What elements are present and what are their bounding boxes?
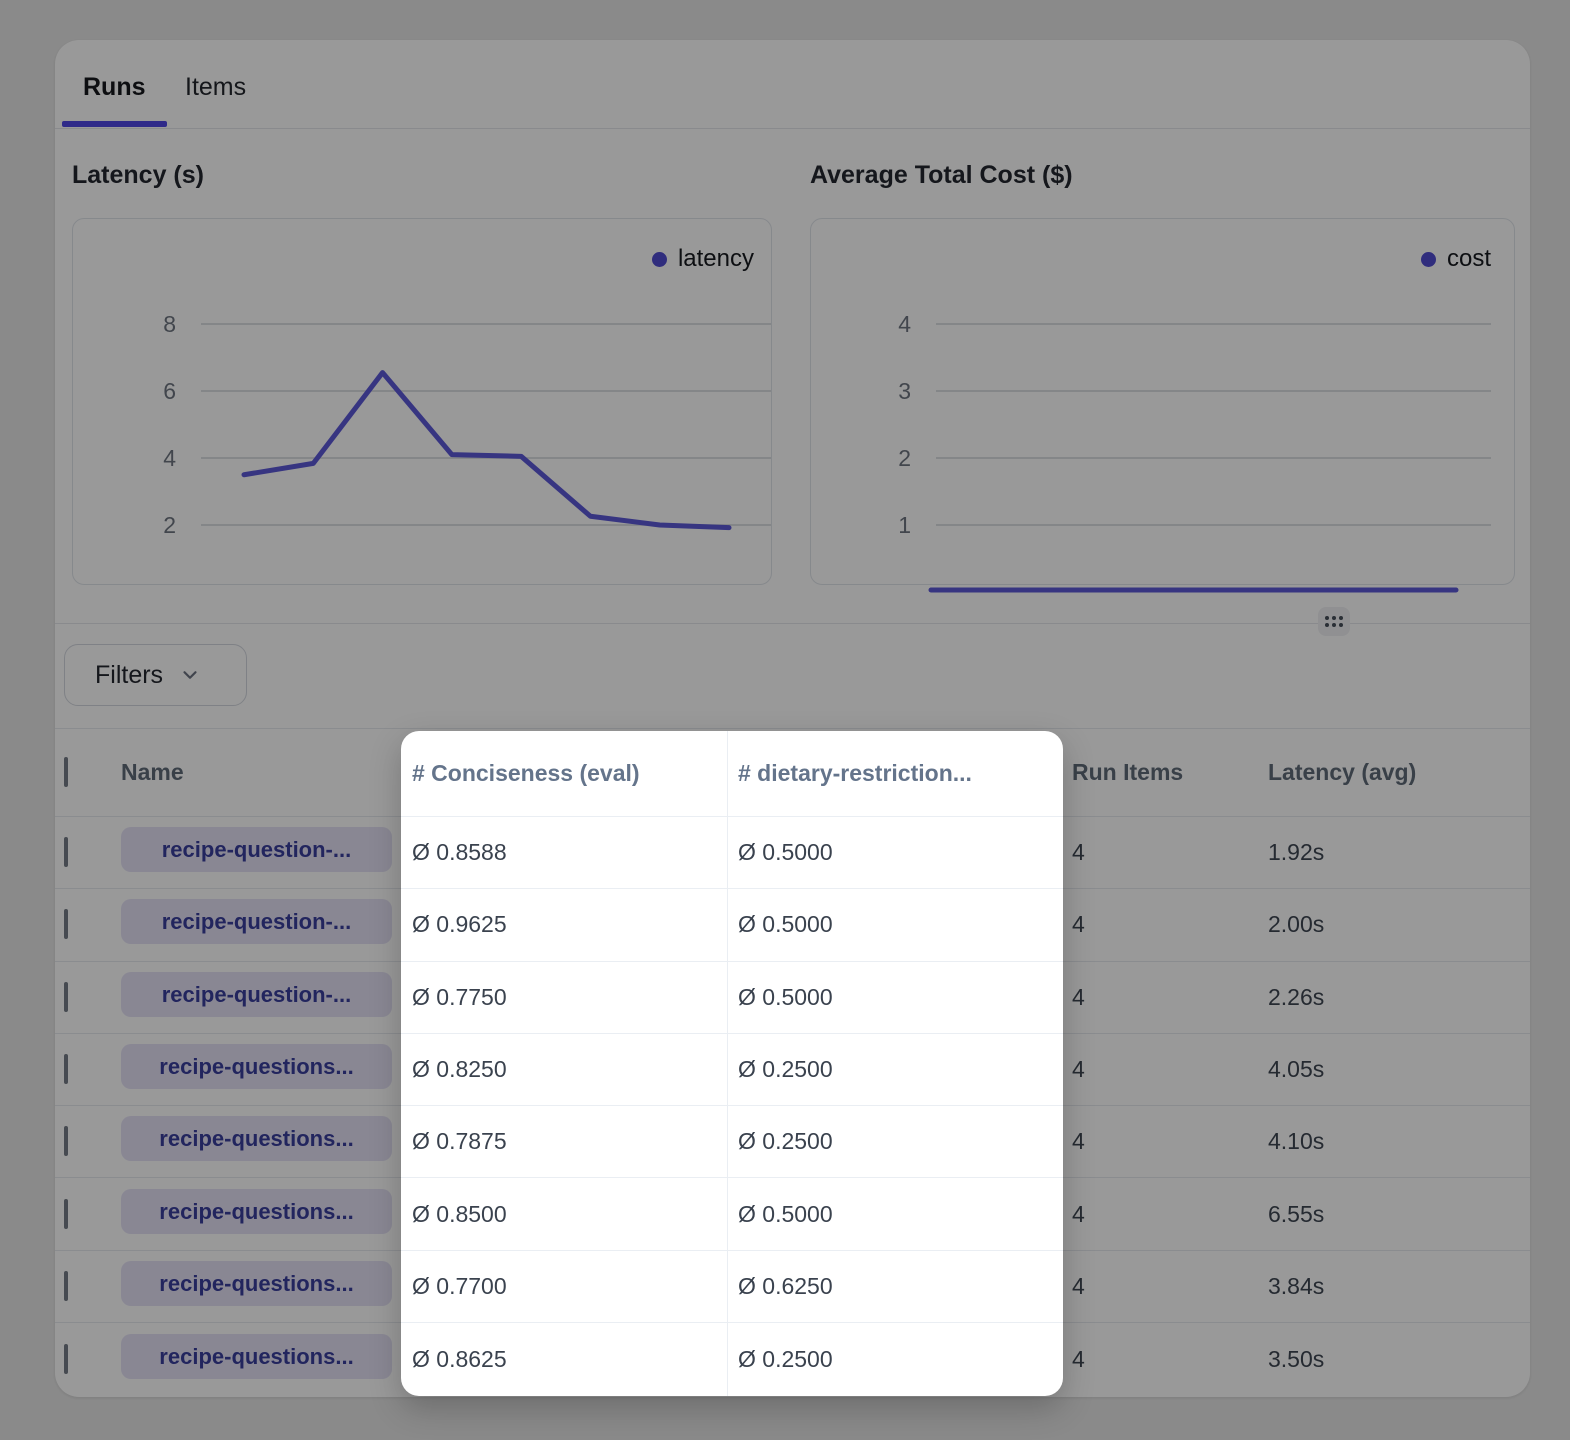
spotlight-column-divider [727,731,728,1396]
spotlight-cell-dietary-restriction: Ø 0.2500 [727,1346,1063,1373]
spotlight-row: Ø 0.9625Ø 0.5000 [401,889,1063,961]
spotlight-cell-dietary-restriction: Ø 0.2500 [727,1056,1063,1083]
spotlight-row: Ø 0.7700Ø 0.6250 [401,1251,1063,1323]
spotlight-cell-conciseness: Ø 0.9625 [401,911,727,938]
spotlight-cell-dietary-restriction: Ø 0.5000 [727,984,1063,1011]
spotlight-cell-conciseness: Ø 0.8500 [401,1201,727,1228]
spotlight-row: Ø 0.7750Ø 0.5000 [401,962,1063,1034]
spotlight-cell-conciseness: Ø 0.7875 [401,1128,727,1155]
spotlight-header-dietary-restriction[interactable]: # dietary-restriction... [727,760,1063,787]
spotlight-cell-dietary-restriction: Ø 0.2500 [727,1128,1063,1155]
spotlight-cell-conciseness: Ø 0.8588 [401,839,727,866]
spotlight-row: Ø 0.8500Ø 0.5000 [401,1178,1063,1250]
page: Runs Items Latency (s) Average Total Cos… [0,0,1570,1440]
spotlight-cell-dietary-restriction: Ø 0.5000 [727,1201,1063,1228]
spotlight-header-conciseness[interactable]: # Conciseness (eval) [401,760,727,787]
spotlight-cell-conciseness: Ø 0.7700 [401,1273,727,1300]
spotlight-body: Ø 0.8588Ø 0.5000Ø 0.9625Ø 0.5000Ø 0.7750… [401,817,1063,1395]
spotlight-header-row: # Conciseness (eval) # dietary-restricti… [401,731,1063,817]
spotlight-cell-dietary-restriction: Ø 0.6250 [727,1273,1063,1300]
spotlight-row: Ø 0.8250Ø 0.2500 [401,1034,1063,1106]
spotlight-cell-conciseness: Ø 0.8250 [401,1056,727,1083]
spotlight-row: Ø 0.8625Ø 0.2500 [401,1323,1063,1395]
spotlight-row: Ø 0.7875Ø 0.2500 [401,1106,1063,1178]
spotlight-cell-conciseness: Ø 0.7750 [401,984,727,1011]
spotlight-row: Ø 0.8588Ø 0.5000 [401,817,1063,889]
highlighted-score-columns: # Conciseness (eval) # dietary-restricti… [401,731,1063,1396]
spotlight-cell-conciseness: Ø 0.8625 [401,1346,727,1373]
spotlight-cell-dietary-restriction: Ø 0.5000 [727,911,1063,938]
spotlight-cell-dietary-restriction: Ø 0.5000 [727,839,1063,866]
